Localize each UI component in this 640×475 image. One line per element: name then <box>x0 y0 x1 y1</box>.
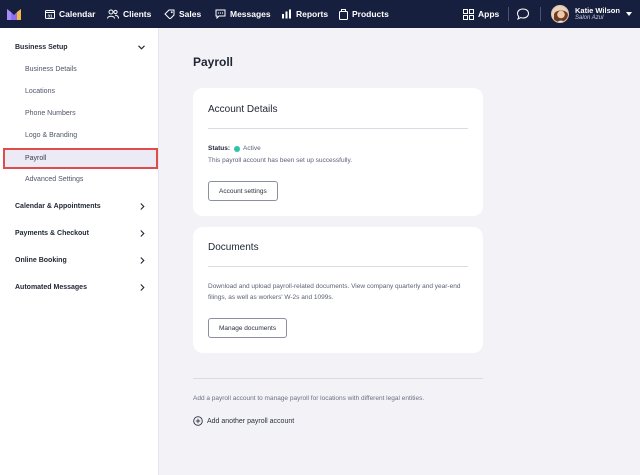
sidebar-item-logo-branding[interactable]: Logo & Branding <box>25 132 77 139</box>
documents-card: Documents Download and upload payroll-re… <box>193 227 483 353</box>
sidebar-section-calendar-appointments[interactable]: Calendar & Appointments <box>15 203 145 210</box>
add-payroll-account-label: Add another payroll account <box>207 417 295 425</box>
clients-icon <box>107 9 119 19</box>
add-account-note: Add a payroll account to manage payroll … <box>193 395 425 402</box>
nav-messages[interactable]: Messages <box>215 0 271 28</box>
plus-circle-icon <box>193 416 203 426</box>
messages-icon <box>215 9 226 19</box>
avatar <box>551 5 569 23</box>
add-payroll-account-link[interactable]: Add another payroll account <box>193 416 294 426</box>
status-row: Status: Active <box>208 145 261 152</box>
nav-divider <box>540 7 541 21</box>
account-settings-button[interactable]: Account settings <box>208 181 278 201</box>
documents-description: Download and upload payroll-related docu… <box>208 283 461 301</box>
logo-icon <box>7 9 21 20</box>
chevron-down-icon <box>138 45 145 50</box>
sidebar-section-business-setup[interactable]: Business Setup <box>15 44 145 51</box>
sidebar-section-label: Calendar & Appointments <box>15 203 101 210</box>
page-title: Payroll <box>193 55 234 69</box>
nav-apps-label: Apps <box>478 9 500 19</box>
chevron-right-icon <box>140 284 145 291</box>
nav-calendar[interactable]: 31 Calendar <box>45 0 95 28</box>
section-divider <box>193 378 483 379</box>
status-value: Active <box>243 145 261 152</box>
account-description: This payroll account has been set up suc… <box>208 157 353 164</box>
sidebar-item-advanced-settings[interactable]: Advanced Settings <box>25 176 83 183</box>
sales-tag-icon <box>164 9 175 19</box>
chat-bubble-icon <box>516 8 530 20</box>
sidebar-section-payments-checkout[interactable]: Payments & Checkout <box>15 230 145 237</box>
nav-sales[interactable]: Sales <box>164 0 201 28</box>
nav-clients[interactable]: Clients <box>107 0 151 28</box>
top-nav-bar: 31 Calendar Clients Sales Messages Repor… <box>0 0 640 28</box>
user-name: Katie Wilson <box>575 5 620 15</box>
chevron-right-icon <box>140 230 145 237</box>
caret-down-icon <box>625 12 632 16</box>
sidebar-section-label: Payments & Checkout <box>15 230 89 237</box>
nav-divider <box>508 7 509 21</box>
svg-text:31: 31 <box>47 14 53 19</box>
calendar-icon: 31 <box>45 10 55 19</box>
account-details-title: Account Details <box>208 104 278 115</box>
status-indicator-dot <box>234 145 241 152</box>
status-label: Status: <box>208 145 231 152</box>
manage-documents-button[interactable]: Manage documents <box>208 318 288 338</box>
nav-products-label: Products <box>352 9 389 19</box>
apps-grid-icon <box>463 8 474 20</box>
chevron-right-icon <box>140 257 145 264</box>
card-divider <box>208 128 468 129</box>
nav-calendar-label: Calendar <box>59 9 96 19</box>
card-divider <box>208 266 468 267</box>
reports-icon <box>282 9 291 19</box>
sidebar-item-business-details[interactable]: Business Details <box>25 66 77 73</box>
sidebar-item-locations[interactable]: Locations <box>25 88 55 95</box>
chevron-right-icon <box>140 203 145 210</box>
settings-sidebar: Business Setup Business Details Location… <box>0 28 159 475</box>
sidebar-section-label: Automated Messages <box>15 284 87 291</box>
sidebar-section-online-booking[interactable]: Online Booking <box>15 257 145 264</box>
nav-reports-label: Reports <box>296 9 329 19</box>
chat-button[interactable] <box>516 7 530 21</box>
nav-reports[interactable]: Reports <box>281 0 328 28</box>
nav-apps[interactable]: Apps <box>463 0 499 28</box>
nav-sales-label: Sales <box>179 9 202 19</box>
products-icon <box>339 8 348 20</box>
documents-title: Documents <box>208 242 259 253</box>
user-photo-icon <box>552 6 568 22</box>
nav-clients-label: Clients <box>123 9 152 19</box>
app-logo[interactable] <box>0 0 28 28</box>
sidebar-item-payroll[interactable]: Payroll <box>3 148 158 169</box>
account-details-card: Account Details Status: Active This payr… <box>193 88 483 216</box>
sidebar-item-phone-numbers[interactable]: Phone Numbers <box>25 110 76 117</box>
sidebar-section-automated-messages[interactable]: Automated Messages <box>15 284 145 291</box>
sidebar-section-label: Online Booking <box>15 257 67 264</box>
nav-products[interactable]: Products <box>339 0 389 28</box>
nav-messages-label: Messages <box>230 9 271 19</box>
user-salon: Salon Azul <box>575 14 604 21</box>
sidebar-section-label: Business Setup <box>15 44 68 51</box>
sidebar-item-label: Payroll <box>25 155 47 162</box>
user-menu[interactable]: Katie Wilson Salon Azul <box>551 4 632 24</box>
